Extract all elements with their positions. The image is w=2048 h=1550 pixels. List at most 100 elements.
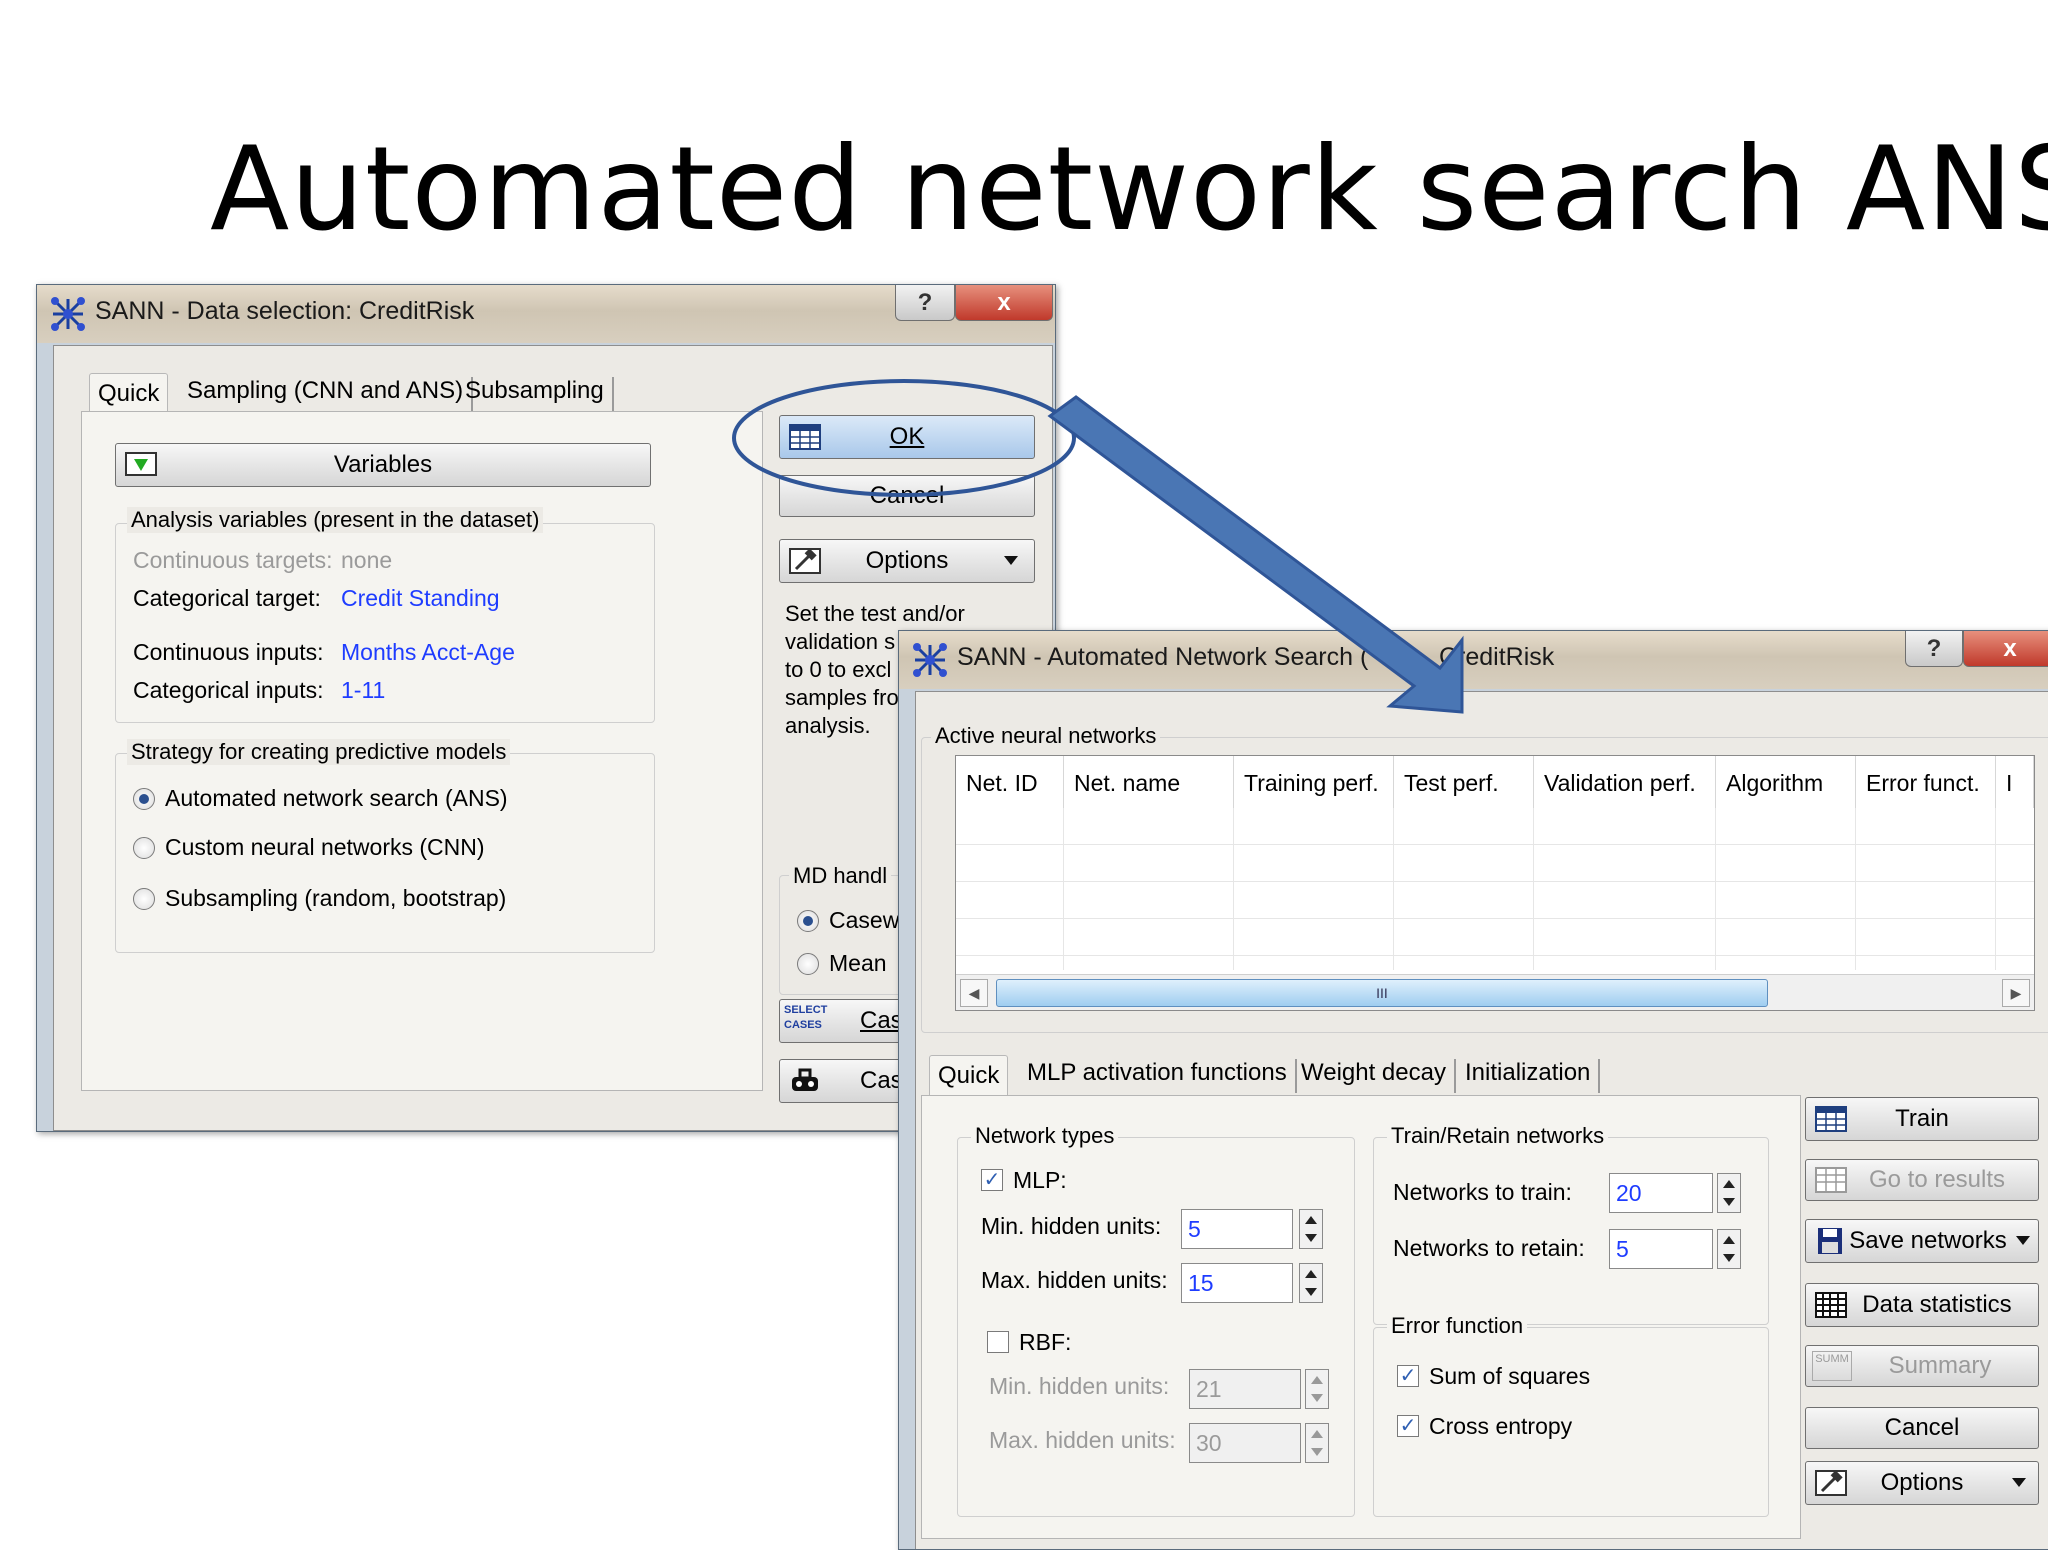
- options-hammer-icon: [1815, 1470, 1847, 1496]
- cross-entropy-label[interactable]: Cross entropy: [1429, 1413, 1572, 1440]
- column-header[interactable]: I: [1996, 756, 2034, 808]
- mlp-max-hidden-input[interactable]: 15: [1181, 1263, 1293, 1303]
- mlp-checkbox[interactable]: ✓: [981, 1169, 1003, 1191]
- save-networks-label: Save networks: [1849, 1227, 2007, 1254]
- column-header[interactable]: Error funct.: [1856, 756, 1996, 808]
- md-handling-label: MD handl: [789, 863, 892, 889]
- go-to-results-label: Go to results: [1868, 1166, 2006, 1193]
- mlp-min-hidden-input[interactable]: 5: [1181, 1209, 1293, 1249]
- window-title: SANN - Data selection: CreditRisk: [95, 297, 475, 325]
- close-button[interactable]: x: [1963, 631, 2048, 667]
- scroll-thumb[interactable]: III: [996, 979, 1768, 1007]
- mlp-max-hidden-label: Max. hidden units:: [981, 1267, 1168, 1293]
- networks-to-retain-input[interactable]: 5: [1609, 1229, 1713, 1269]
- variables-button[interactable]: Variables: [115, 443, 651, 487]
- rbf-min-hidden-input[interactable]: 21: [1189, 1369, 1301, 1409]
- mlp-max-hidden-spinner[interactable]: [1299, 1263, 1323, 1303]
- networks-to-retain-spinner[interactable]: [1717, 1229, 1741, 1269]
- column-header[interactable]: Net. ID: [956, 756, 1064, 808]
- tab-subsampling[interactable]: Subsampling: [457, 377, 614, 411]
- networks-to-train-label: Networks to train:: [1393, 1179, 1572, 1205]
- options-button[interactable]: Options: [1805, 1461, 2039, 1505]
- window-titlebar[interactable]: SANN - Data selection: CreditRisk ? x: [37, 285, 1055, 343]
- error-function-label: Error function: [1387, 1313, 1528, 1339]
- slide-title: Automated network search ANS: [210, 122, 2048, 257]
- variables-icon: [125, 452, 157, 476]
- radio-ans-label[interactable]: Automated network search (ANS): [165, 785, 508, 812]
- help-button[interactable]: ?: [895, 285, 955, 321]
- close-button[interactable]: x: [955, 285, 1053, 321]
- data-statistics-button[interactable]: Data statistics: [1805, 1283, 2039, 1327]
- tab-weight-decay[interactable]: Weight decay: [1293, 1059, 1456, 1093]
- train-button[interactable]: Train: [1805, 1097, 2039, 1141]
- help-button[interactable]: ?: [1905, 631, 1963, 667]
- train-grid-icon: [1815, 1106, 1847, 1132]
- tab-quick[interactable]: Quick: [929, 1055, 1009, 1097]
- column-header[interactable]: Net. name: [1064, 756, 1234, 808]
- tab-quick[interactable]: Quick: [89, 373, 169, 413]
- floppy-disk-icon: [1818, 1228, 1842, 1254]
- networks-to-train-spinner[interactable]: [1717, 1173, 1741, 1213]
- cancel-button[interactable]: Cancel: [1805, 1407, 2039, 1449]
- rbf-min-hidden-spinner[interactable]: [1305, 1369, 1329, 1409]
- radio-mean-label[interactable]: Mean: [829, 950, 887, 977]
- column-header[interactable]: Training perf.: [1234, 756, 1394, 808]
- tab-initialization[interactable]: Initialization: [1457, 1059, 1601, 1093]
- scroll-right-button[interactable]: ▶: [2002, 979, 2030, 1007]
- scroll-left-button[interactable]: ◀: [960, 979, 988, 1007]
- options-button[interactable]: Options: [779, 539, 1035, 583]
- tab-sampling[interactable]: Sampling (CNN and ANS): [179, 377, 474, 411]
- chevron-down-icon: [2012, 1478, 2026, 1487]
- horizontal-scrollbar[interactable]: ◀ III ▶: [956, 974, 2034, 1010]
- strategy-group-label: Strategy for creating predictive models: [127, 739, 511, 765]
- rbf-max-hidden-spinner[interactable]: [1305, 1423, 1329, 1463]
- radio-subsampling-label[interactable]: Subsampling (random, bootstrap): [165, 885, 506, 912]
- cross-entropy-checkbox[interactable]: ✓: [1397, 1415, 1419, 1437]
- categorical-inputs-value[interactable]: 1-11: [341, 677, 385, 704]
- cancel-button[interactable]: Cancel: [779, 475, 1035, 517]
- rbf-max-hidden-input[interactable]: 30: [1189, 1423, 1301, 1463]
- radio-casewise-label[interactable]: Casew: [829, 907, 899, 934]
- select-cases-label: Cas: [860, 1007, 903, 1034]
- info-line-5: analysis.: [785, 713, 871, 738]
- rbf-max-hidden-label: Max. hidden units:: [989, 1427, 1176, 1453]
- radio-subsampling[interactable]: [133, 888, 155, 910]
- column-header[interactable]: Validation perf.: [1534, 756, 1716, 808]
- sum-of-squares-checkbox[interactable]: ✓: [1397, 1365, 1419, 1387]
- tab-mlp-activation[interactable]: MLP activation functions: [1019, 1059, 1297, 1093]
- mlp-min-hidden-spinner[interactable]: [1299, 1209, 1323, 1249]
- go-to-results-button[interactable]: Go to results: [1805, 1159, 2039, 1201]
- continuous-inputs-value[interactable]: Months Acct-Age: [341, 639, 515, 666]
- chevron-down-icon: [2016, 1236, 2030, 1245]
- categorical-target-value[interactable]: Credit Standing: [341, 585, 500, 612]
- column-header[interactable]: Algorithm: [1716, 756, 1856, 808]
- radio-ans[interactable]: [133, 788, 155, 810]
- networks-to-train-input[interactable]: 20: [1609, 1173, 1713, 1213]
- rbf-checkbox[interactable]: [987, 1331, 1009, 1353]
- summary-icon: SUMM: [1812, 1351, 1852, 1381]
- options-label: Options: [865, 547, 949, 574]
- rbf-label[interactable]: RBF:: [1019, 1329, 1071, 1356]
- sum-of-squares-label[interactable]: Sum of squares: [1429, 1363, 1590, 1390]
- window-titlebar[interactable]: SANN - Automated Network Search ( Credit…: [899, 631, 2048, 689]
- sann-network-icon: [913, 643, 947, 677]
- networks-to-retain-label: Networks to retain:: [1393, 1235, 1585, 1261]
- radio-cnn-label[interactable]: Custom neural networks (CNN): [165, 834, 485, 861]
- continuous-targets-label: Continuous targets:: [133, 547, 333, 573]
- networks-grid[interactable]: Net. ID Net. name Training perf. Test pe…: [955, 755, 2035, 1011]
- mlp-label[interactable]: MLP:: [1013, 1167, 1067, 1194]
- ok-button[interactable]: OK: [779, 415, 1035, 459]
- radio-casewise[interactable]: [797, 910, 819, 932]
- summary-button[interactable]: SUMM Summary: [1805, 1345, 2039, 1387]
- options-label: Options: [1880, 1469, 1964, 1496]
- weight-icon: [792, 1068, 818, 1091]
- radio-cnn[interactable]: [133, 837, 155, 859]
- analysis-variables-group-label: Analysis variables (present in the datas…: [127, 507, 544, 533]
- radio-mean[interactable]: [797, 953, 819, 975]
- info-line-2: validation s: [785, 629, 896, 654]
- save-networks-button[interactable]: Save networks: [1805, 1219, 2039, 1263]
- continuous-inputs-label: Continuous inputs:: [133, 639, 324, 665]
- column-header[interactable]: Test perf.: [1394, 756, 1534, 808]
- train-label: Train: [1895, 1105, 1949, 1132]
- variables-label: Variables: [333, 451, 433, 478]
